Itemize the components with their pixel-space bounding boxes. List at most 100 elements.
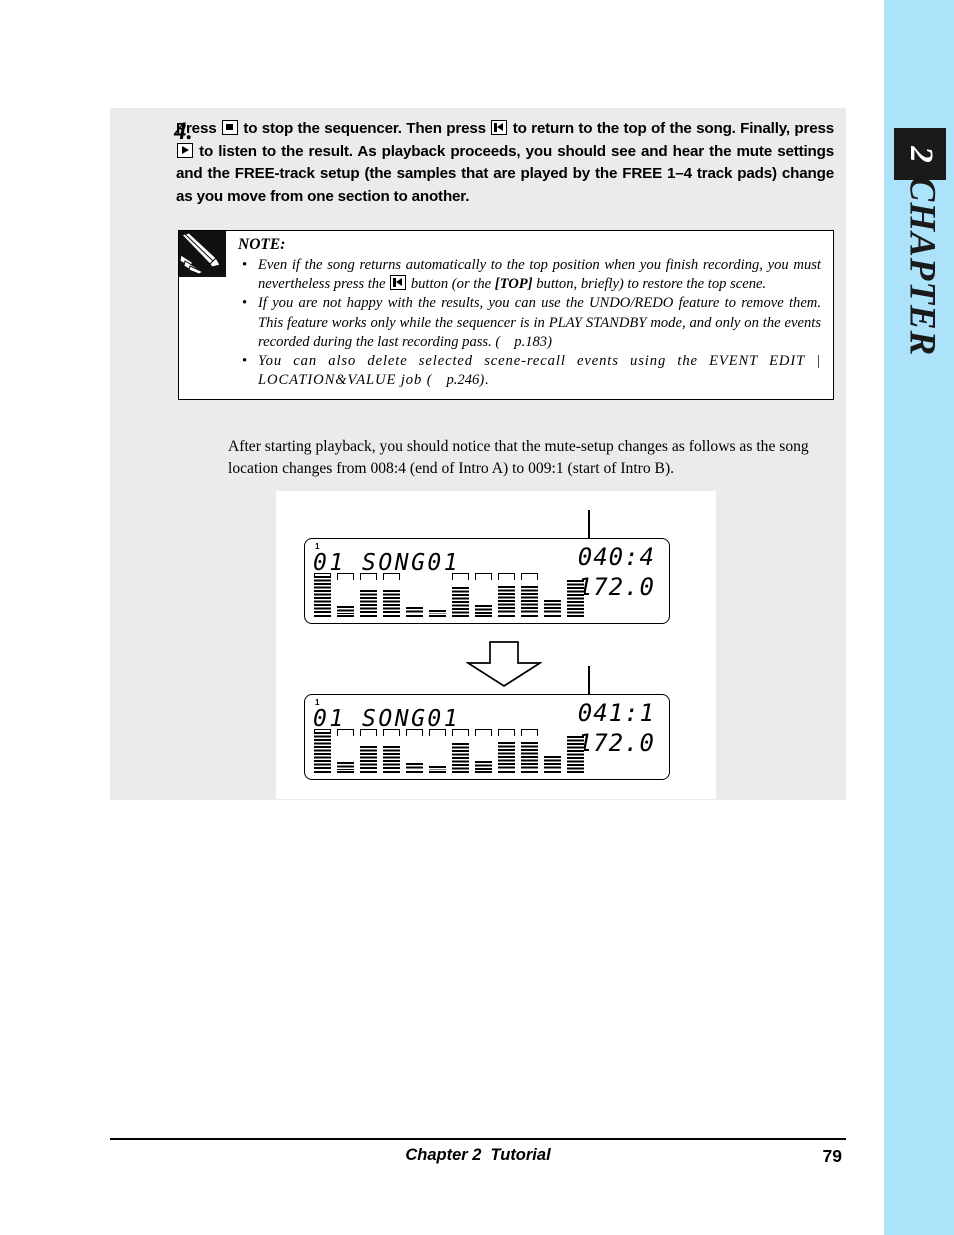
mute-bar-baseline (544, 771, 561, 773)
mute-bar-fill (429, 610, 446, 614)
mute-bar-column (429, 729, 446, 773)
mute-bar-baseline (567, 615, 584, 617)
note-box: NOTE: Even if the song returns automatic… (178, 230, 834, 401)
mute-bar-baseline (406, 615, 423, 617)
mute-bar-column (452, 729, 469, 773)
content-block: 4. Press to stop the sequencer. Then pre… (110, 108, 846, 800)
mute-bar-column (406, 729, 423, 773)
step-text-segment-4: to listen to the result. As playback pro… (176, 142, 834, 205)
lcd-screen: 1 01 SONG01 040:4 172.0 (304, 538, 670, 624)
note-bullet-1-text-middle: button (or the (407, 276, 495, 293)
mute-bar-column (337, 573, 354, 617)
mute-bar-baseline (360, 615, 377, 617)
mute-bar-column (314, 573, 331, 617)
mute-bar-baseline (360, 771, 377, 773)
mute-bar-fill (406, 607, 423, 614)
page-reference: p.183 (500, 334, 547, 350)
mute-bracket-indicator (498, 729, 515, 736)
mute-bracket-indicator (337, 573, 354, 580)
mute-bar-baseline (544, 615, 561, 617)
mute-bar-column (567, 573, 584, 617)
mute-bar-baseline (475, 771, 492, 773)
mute-bar-baseline (521, 771, 538, 773)
mute-bracket-indicator (337, 729, 354, 736)
mute-bar-baseline (383, 615, 400, 617)
lcd-mute-bar-meters (314, 573, 584, 617)
location-cursor-line (588, 510, 590, 540)
mute-bracket-indicator (383, 573, 400, 580)
note-title: NOTE: (238, 236, 286, 253)
note-bullet-1-text-after: button, briefly) to restore the top scen… (532, 276, 767, 293)
footer-divider (110, 1138, 846, 1140)
mute-bar-column (544, 729, 561, 773)
page-reference-label: p.183 (514, 333, 548, 350)
body-paragraph: After starting playback, you should noti… (228, 438, 809, 477)
mute-bar-baseline (452, 771, 469, 773)
down-arrow-icon (465, 641, 543, 688)
mute-bracket-indicator (452, 729, 469, 736)
mute-bar-fill (498, 586, 515, 614)
mute-bar-fill (452, 587, 469, 614)
note-bullet-3-text-before: You can also delete selected scene-recal… (258, 353, 821, 389)
mute-bar-baseline (429, 615, 446, 617)
mute-bar-baseline (337, 615, 354, 617)
lcd-tempo-value: 172.0 (577, 573, 655, 601)
mute-bar-column (337, 729, 354, 773)
footer-chapter-text: Chapter 2 (405, 1146, 482, 1164)
stop-button-icon (221, 120, 238, 135)
step-item-4: 4. Press to stop the sequencer. Then pre… (110, 108, 846, 208)
mute-bar-fill (314, 732, 331, 770)
lcd-screen: 1 01 SONG01 041:1 172.0 (304, 694, 670, 780)
mute-bracket-indicator (360, 573, 377, 580)
lcd-mute-bar-meters (314, 729, 584, 773)
mute-bar-fill (314, 576, 331, 614)
mute-bracket-indicator (429, 729, 446, 736)
lcd-display-before: 1 01 SONG01 040:4 172.0 (304, 510, 670, 624)
mute-bracket-indicator (498, 573, 515, 580)
mute-bar-fill (521, 586, 538, 614)
mute-bar-fill (521, 742, 538, 770)
footer-chapter-label: Chapter 2 Tutorial (110, 1146, 846, 1165)
lcd-tempo-value: 172.0 (577, 729, 655, 757)
mute-bar-column (383, 729, 400, 773)
mute-bar-fill (567, 580, 584, 614)
chapter-word-label: CHAPTER (901, 176, 943, 357)
mute-bar-fill (475, 761, 492, 770)
mute-bar-column (475, 729, 492, 773)
note-bullet-3: You can also delete selected scene-recal… (238, 352, 821, 390)
mute-bar-baseline (498, 771, 515, 773)
mute-bar-column (314, 729, 331, 773)
mute-bar-column (475, 573, 492, 617)
mute-bar-fill (383, 590, 400, 614)
mute-bracket-indicator (521, 573, 538, 580)
mute-bar-column (498, 729, 515, 773)
page-number: 79 (822, 1146, 842, 1166)
mute-bar-fill (452, 743, 469, 770)
mute-bracket-indicator (521, 729, 538, 736)
lcd-location-value: 041:1 (577, 699, 655, 727)
mute-bar-fill (383, 746, 400, 770)
play-button-icon (177, 142, 193, 158)
mute-bar-baseline (567, 771, 584, 773)
mute-bar-fill (406, 763, 423, 770)
mute-bar-column (544, 573, 561, 617)
footer-section-text: Tutorial (490, 1146, 551, 1164)
mute-bar-baseline (521, 615, 538, 617)
mute-bracket-indicator (406, 729, 423, 736)
note-bullet-1: Even if the song returns automatically t… (238, 256, 821, 294)
mute-bar-column (406, 573, 423, 617)
mute-bar-column (498, 573, 515, 617)
mute-bar-fill (544, 756, 561, 770)
mute-bar-fill (429, 766, 446, 770)
mute-bar-fill (498, 742, 515, 770)
mute-bracket-indicator (360, 729, 377, 736)
figure-panel: 1 01 SONG01 040:4 172.0 1 01 SONG01 041:… (276, 491, 716, 799)
mute-bar-column (360, 573, 377, 617)
mute-bar-fill (337, 762, 354, 770)
note-bullet-list: Even if the song returns automatically t… (238, 256, 821, 390)
lcd-location-value: 040:4 (577, 543, 655, 571)
mute-bar-column (452, 573, 469, 617)
mute-bar-column (383, 573, 400, 617)
mute-bar-baseline (383, 771, 400, 773)
mute-bar-baseline (452, 615, 469, 617)
